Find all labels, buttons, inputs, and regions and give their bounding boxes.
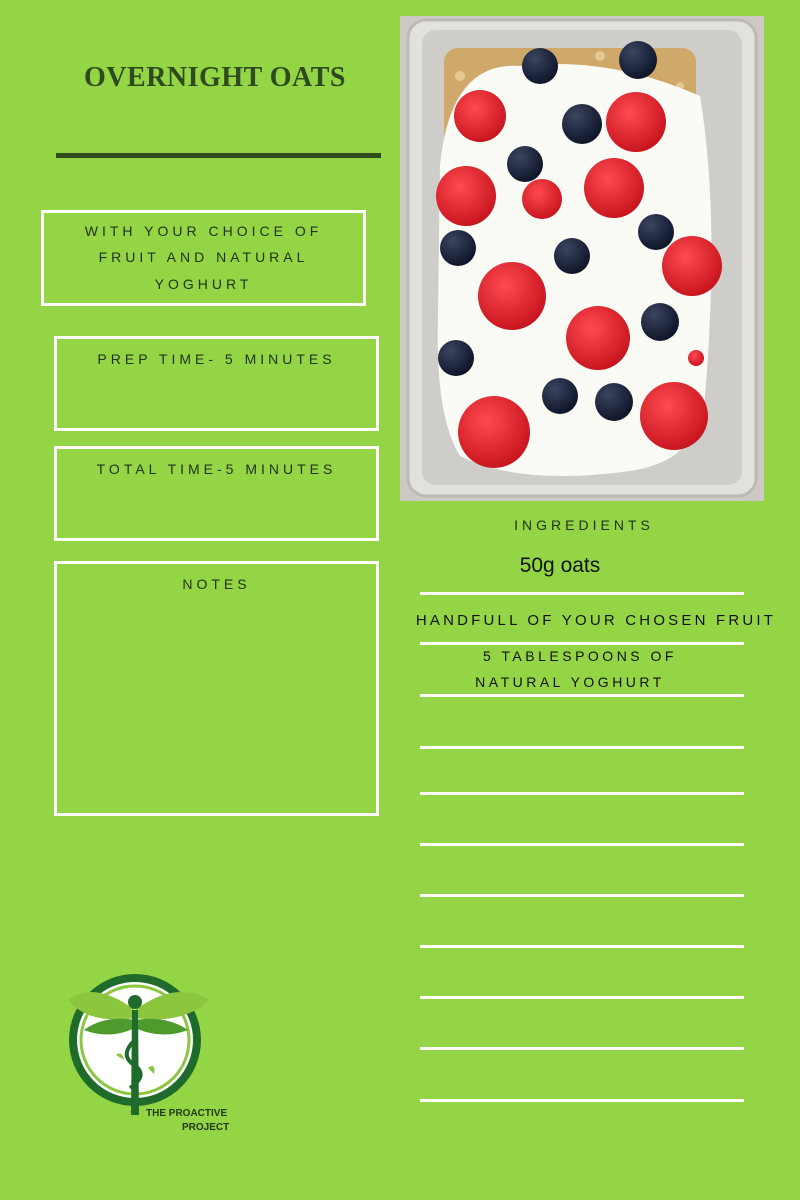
ingredient-line-9: [420, 996, 744, 999]
prep-time-box: PREP TIME- 5 MINUTES: [54, 336, 379, 431]
ingredients-heading: INGREDIENTS: [514, 517, 654, 533]
subtitle-box: WITH YOUR CHOICE OF FRUIT AND NATURAL YO…: [41, 210, 366, 306]
ingredient-yoghurt-line-2: NATURAL YOGHURT: [475, 674, 665, 690]
subtitle-line-2: FRUIT AND NATURAL: [98, 249, 309, 265]
ingredient-line-4: [420, 746, 744, 749]
page-title: OVERNIGHT OATS: [84, 62, 346, 93]
ingredient-line-5: [420, 792, 744, 795]
subtitle-line-1: WITH YOUR CHOICE OF: [84, 223, 323, 239]
notes-box: NOTES: [54, 561, 379, 816]
ingredient-oats: 50g oats: [519, 554, 601, 577]
ingredient-line-11: [420, 1099, 744, 1102]
overnight-oats-photo: [400, 16, 764, 501]
ingredient-line-2: [420, 642, 744, 645]
notes-label: NOTES: [182, 576, 251, 592]
ingredient-line-8: [420, 945, 744, 948]
title-divider: [56, 153, 381, 158]
ingredient-line-3: [420, 694, 744, 697]
ingredient-line-1: [420, 592, 744, 595]
ingredient-yoghurt-line-1: 5 TABLESPOONS OF: [483, 648, 677, 664]
ingredient-line-7: [420, 894, 744, 897]
ingredient-fruit: HANDFULL OF YOUR CHOSEN FRUIT: [415, 612, 777, 629]
prep-time-label: PREP TIME- 5 MINUTES: [97, 351, 336, 367]
oats-photo-image: [400, 16, 764, 501]
ingredient-line-10: [420, 1047, 744, 1050]
subtitle-line-3: YOGHURT: [154, 276, 253, 292]
logo-text-line-2: PROJECT: [182, 1122, 230, 1133]
ingredient-line-6: [420, 843, 744, 846]
logo-mark-icon: [68, 974, 210, 1115]
total-time-box: TOTAL TIME-5 MINUTES: [54, 446, 379, 541]
logo-text-line-1: THE PROACTIVE: [146, 1108, 228, 1119]
proactive-project-logo: THE PROACTIVE PROJECT: [64, 970, 244, 1140]
total-time-label: TOTAL TIME-5 MINUTES: [96, 461, 337, 477]
